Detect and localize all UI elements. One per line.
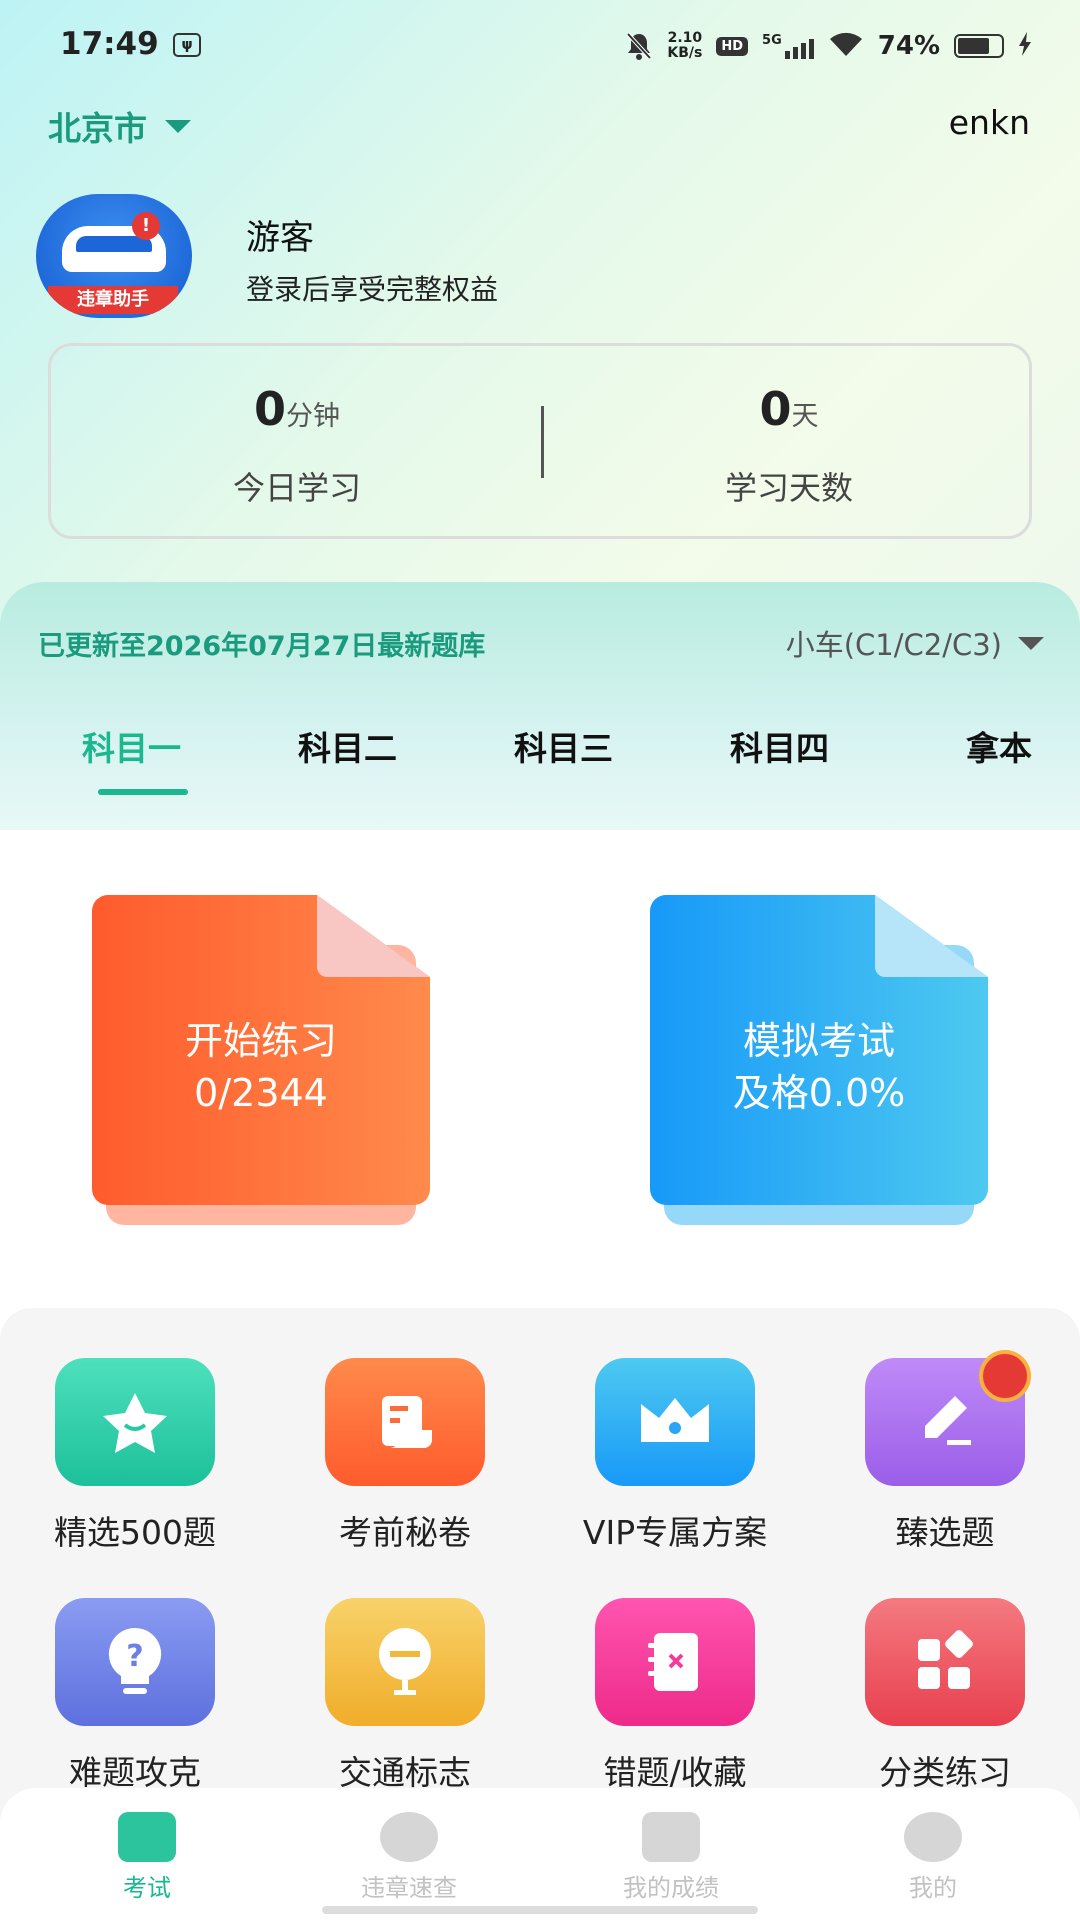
- header-right-text[interactable]: enkn: [949, 103, 1030, 142]
- nav-my-scores[interactable]: 我的成绩: [536, 1812, 806, 1903]
- exam-panel: 已更新至2026年07月27日最新题库 小车(C1/C2/C3) 科目一 科目二…: [0, 582, 1080, 830]
- wifi-icon: [828, 30, 864, 62]
- feature-secret-paper[interactable]: 考前秘卷: [270, 1358, 540, 1554]
- avatar-badge: 违章助手: [48, 286, 178, 314]
- road-sign-icon: [325, 1598, 485, 1726]
- subject-tabs: 科目一 科目二 科目三 科目四 拿本: [0, 722, 1080, 792]
- feature-traffic-signs[interactable]: 交通标志: [270, 1598, 540, 1794]
- profile-icon: [904, 1812, 962, 1862]
- car-type-selector[interactable]: 小车(C1/C2/C3): [786, 622, 1044, 664]
- update-notice: 已更新至2026年07月27日最新题库: [38, 631, 486, 662]
- usb-icon: ψ: [173, 33, 201, 57]
- tab-get-license[interactable]: 拿本: [966, 722, 1032, 770]
- battery-icon: [954, 34, 1004, 58]
- tab-subject-3[interactable]: 科目三: [514, 722, 613, 770]
- user-name[interactable]: 游客: [246, 210, 314, 259]
- today-study-stat: 0分钟 今日学习: [232, 382, 361, 507]
- alert-icon: !: [132, 212, 160, 240]
- feature-vip-plan[interactable]: VIP专属方案: [540, 1358, 810, 1554]
- bottom-nav: 考试 违章速查 我的成绩 我的: [0, 1788, 1080, 1920]
- bulb-question-icon: ?: [55, 1598, 215, 1726]
- feature-wrong-favorites[interactable]: 错题/收藏: [540, 1598, 810, 1794]
- avatar[interactable]: ! 违章助手: [36, 194, 192, 318]
- nav-exam[interactable]: 考试: [12, 1812, 282, 1903]
- crown-icon: [595, 1358, 755, 1486]
- tab-subject-4[interactable]: 科目四: [730, 722, 829, 770]
- signal-icon: 5G: [762, 33, 814, 59]
- status-bar: 17:49 ψ 2.10 KB/s HD 5G 74%: [0, 0, 1080, 90]
- city-selector[interactable]: 北京市: [48, 102, 191, 150]
- edit-icon: [865, 1350, 1031, 1486]
- feature-premium-questions[interactable]: 臻选题: [810, 1350, 1080, 1554]
- practice-progress: 0/2344: [194, 1071, 328, 1115]
- study-stats-card: 0分钟 今日学习 0天 学习天数: [48, 343, 1032, 539]
- svg-text:?: ?: [126, 1639, 143, 1674]
- feature-grid: 精选500题 考前秘卷 VIP专属方案 臻选题 ? 难题攻克 交通标志 错题/收…: [0, 1308, 1080, 1868]
- status-time: 17:49: [60, 26, 159, 62]
- star-icon: [55, 1358, 215, 1486]
- study-days-stat: 0天 学习天数: [724, 382, 853, 507]
- login-prompt[interactable]: 登录后享受完整权益: [246, 268, 498, 308]
- hd-icon: HD: [716, 36, 749, 56]
- start-practice-card[interactable]: 开始练习 0/2344: [92, 895, 430, 1231]
- tab-subject-2[interactable]: 科目二: [298, 722, 397, 770]
- practice-title: 开始练习: [184, 1019, 337, 1063]
- notebook-icon: [595, 1598, 755, 1726]
- vip-badge-icon: [979, 1350, 1031, 1402]
- tab-indicator: [98, 789, 188, 795]
- feature-selected-500[interactable]: 精选500题: [0, 1358, 270, 1554]
- charging-icon: [1018, 32, 1032, 60]
- tab-subject-1[interactable]: 科目一: [82, 722, 181, 770]
- net-speed: 2.10 KB/s: [667, 30, 703, 61]
- category-icon: [865, 1598, 1025, 1726]
- bell-muted-icon: [625, 31, 653, 61]
- scroll-icon: [325, 1358, 485, 1486]
- nav-profile[interactable]: 我的: [798, 1812, 1068, 1903]
- mock-title: 模拟考试: [742, 1019, 895, 1063]
- score-icon: [642, 1812, 700, 1862]
- battery-percent: 74%: [877, 31, 940, 61]
- chevron-down-icon: [165, 119, 191, 133]
- feature-hard-questions[interactable]: ? 难题攻克: [0, 1598, 270, 1794]
- mock-exam-card[interactable]: 模拟考试及格0.0%: [650, 895, 988, 1231]
- city-label: 北京市: [48, 109, 147, 148]
- feature-category-practice[interactable]: 分类练习: [810, 1598, 1080, 1794]
- chevron-down-icon: [1018, 636, 1044, 650]
- exam-icon: [118, 1812, 176, 1862]
- nav-violation-check[interactable]: 违章速查: [274, 1812, 544, 1903]
- violation-icon: [380, 1812, 438, 1862]
- home-indicator[interactable]: [322, 1906, 758, 1914]
- mock-pass-rate: 及格0.0%: [732, 1071, 906, 1115]
